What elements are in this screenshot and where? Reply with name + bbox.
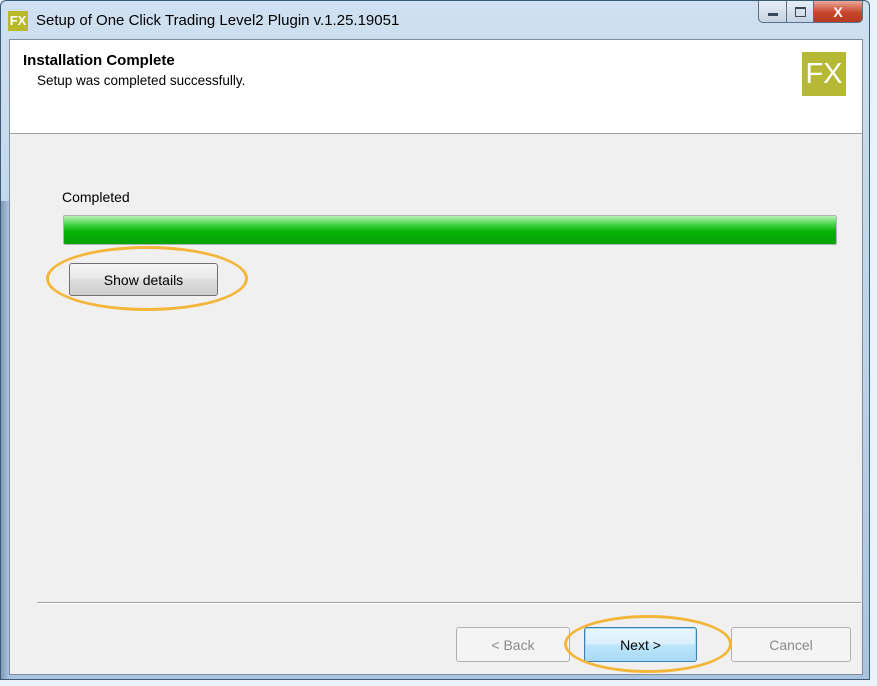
progress-status-label: Completed <box>62 189 130 205</box>
title-bar[interactable]: FX Setup of One Click Trading Level2 Plu… <box>1 1 869 39</box>
progress-fill <box>64 216 836 244</box>
minimize-icon <box>767 13 778 16</box>
maximize-icon <box>794 6 806 17</box>
wizard-header: Installation Complete Setup was complete… <box>10 40 862 134</box>
installer-window: FX Setup of One Click Trading Level2 Plu… <box>0 0 870 680</box>
minimize-button[interactable] <box>758 1 787 23</box>
fx-logo: FX <box>802 52 846 96</box>
cancel-button[interactable]: Cancel <box>731 627 851 662</box>
show-details-button[interactable]: Show details <box>69 263 218 296</box>
maximize-button[interactable] <box>787 1 814 23</box>
back-button[interactable]: < Back <box>456 627 570 662</box>
dialog-client-area: Installation Complete Setup was complete… <box>9 39 863 675</box>
close-button[interactable]: X <box>814 1 863 23</box>
page-subtitle: Setup was completed successfully. <box>37 73 246 88</box>
footer-separator <box>37 602 861 604</box>
close-icon: X <box>833 3 843 20</box>
window-frame-edge <box>1 201 9 679</box>
next-button[interactable]: Next > <box>584 627 697 662</box>
window-title: Setup of One Click Trading Level2 Plugin… <box>36 12 400 29</box>
caption-buttons: X <box>758 1 863 23</box>
app-fx-icon: FX <box>8 11 28 31</box>
page-title: Installation Complete <box>23 52 175 69</box>
install-progress-bar <box>63 215 837 245</box>
